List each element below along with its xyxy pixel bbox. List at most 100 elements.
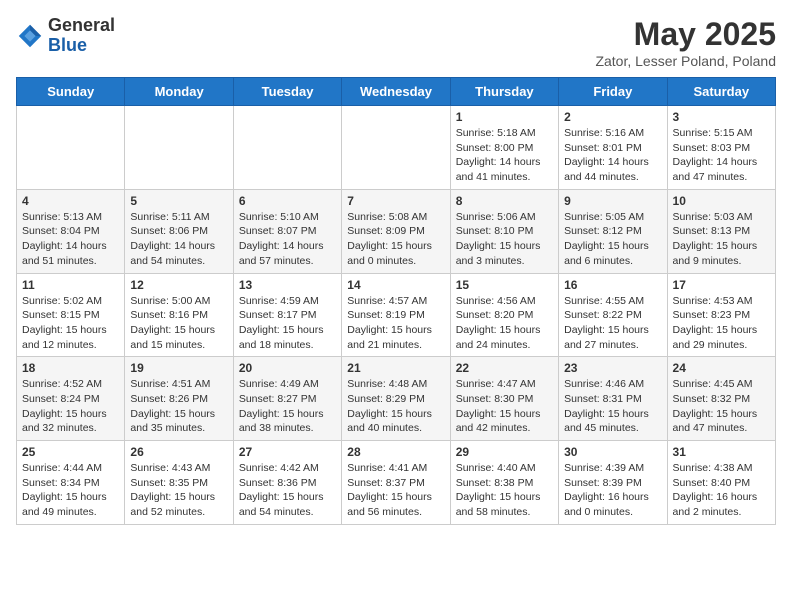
- cell-content: Sunrise: 4:52 AM Sunset: 8:24 PM Dayligh…: [22, 377, 119, 436]
- calendar-cell: 30Sunrise: 4:39 AM Sunset: 8:39 PM Dayli…: [559, 441, 667, 525]
- calendar-cell: 17 Sunrise: 4:53 AM Sunset: 8:23 PM Dayli…: [667, 273, 775, 357]
- logo-text: General Blue: [48, 16, 115, 56]
- cell-content: Sunrise: 5:02 AM Sunset: 8:15 PM Dayligh…: [22, 294, 119, 353]
- cell-content: Sunrise: 5:06 AM Sunset: 8:10 PM Dayligh…: [456, 210, 553, 269]
- cell-content: Sunrise: 5:15 AM Sunset: 8:03 PM Dayligh…: [673, 126, 770, 185]
- cell-content: Sunrise: 4:38 AM Sunset: 8:40 PM Dayligh…: [673, 461, 770, 520]
- calendar-cell: 8 Sunrise: 5:06 AM Sunset: 8:10 PM Daylig…: [450, 189, 558, 273]
- weekday-header-thursday: Thursday: [450, 78, 558, 106]
- day-number: 4: [22, 194, 119, 208]
- weekday-header-sunday: Sunday: [17, 78, 125, 106]
- cell-content: Sunrise: 4:49 AM Sunset: 8:27 PM Dayligh…: [239, 377, 336, 436]
- cell-content: Sunrise: 5:08 AM Sunset: 8:09 PM Dayligh…: [347, 210, 444, 269]
- cell-content: Sunrise: 4:45 AM Sunset: 8:32 PM Dayligh…: [673, 377, 770, 436]
- day-number: 31: [673, 445, 770, 459]
- day-number: 26: [130, 445, 227, 459]
- day-number: 28: [347, 445, 444, 459]
- calendar-cell: 2Sunrise: 5:16 AM Sunset: 8:01 PM Daylig…: [559, 106, 667, 190]
- day-number: 12: [130, 278, 227, 292]
- calendar-table: SundayMondayTuesdayWednesdayThursdayFrid…: [16, 77, 776, 525]
- day-number: 14: [347, 278, 444, 292]
- calendar-cell: 5 Sunrise: 5:11 AM Sunset: 8:06 PM Daylig…: [125, 189, 233, 273]
- calendar-cell: 15 Sunrise: 4:56 AM Sunset: 8:20 PM Dayli…: [450, 273, 558, 357]
- calendar-cell: 29 Sunrise: 4:40 AM Sunset: 8:38 PM Dayli…: [450, 441, 558, 525]
- calendar-cell: 11Sunrise: 5:02 AM Sunset: 8:15 PM Dayli…: [17, 273, 125, 357]
- calendar-cell: 19Sunrise: 4:51 AM Sunset: 8:26 PM Dayli…: [125, 357, 233, 441]
- calendar-week-row: 18 Sunrise: 4:52 AM Sunset: 8:24 PM Dayli…: [17, 357, 776, 441]
- cell-content: Sunrise: 4:47 AM Sunset: 8:30 PM Dayligh…: [456, 377, 553, 436]
- calendar-cell: 27Sunrise: 4:42 AM Sunset: 8:36 PM Dayli…: [233, 441, 341, 525]
- calendar-week-row: 4 Sunrise: 5:13 AM Sunset: 8:04 PM Daylig…: [17, 189, 776, 273]
- cell-content: Sunrise: 4:43 AM Sunset: 8:35 PM Dayligh…: [130, 461, 227, 520]
- generalblue-logo-icon: [16, 22, 44, 50]
- logo-blue: Blue: [48, 36, 115, 56]
- day-number: 13: [239, 278, 336, 292]
- cell-content: Sunrise: 4:56 AM Sunset: 8:20 PM Dayligh…: [456, 294, 553, 353]
- calendar-cell: 28 Sunrise: 4:41 AM Sunset: 8:37 PM Dayli…: [342, 441, 450, 525]
- calendar-cell: 12 Sunrise: 5:00 AM Sunset: 8:16 PM Dayli…: [125, 273, 233, 357]
- day-number: 21: [347, 361, 444, 375]
- cell-content: Sunrise: 5:03 AM Sunset: 8:13 PM Dayligh…: [673, 210, 770, 269]
- day-number: 7: [347, 194, 444, 208]
- cell-content: Sunrise: 4:46 AM Sunset: 8:31 PM Dayligh…: [564, 377, 661, 436]
- day-number: 3: [673, 110, 770, 124]
- calendar-cell: [342, 106, 450, 190]
- calendar-cell: 6 Sunrise: 5:10 AM Sunset: 8:07 PM Daylig…: [233, 189, 341, 273]
- weekday-header-saturday: Saturday: [667, 78, 775, 106]
- day-number: 24: [673, 361, 770, 375]
- day-number: 20: [239, 361, 336, 375]
- day-number: 23: [564, 361, 661, 375]
- calendar-cell: 26 Sunrise: 4:43 AM Sunset: 8:35 PM Dayli…: [125, 441, 233, 525]
- day-number: 8: [456, 194, 553, 208]
- day-number: 5: [130, 194, 227, 208]
- day-number: 17: [673, 278, 770, 292]
- calendar-cell: 31 Sunrise: 4:38 AM Sunset: 8:40 PM Dayli…: [667, 441, 775, 525]
- calendar-cell: 16 Sunrise: 4:55 AM Sunset: 8:22 PM Dayli…: [559, 273, 667, 357]
- day-number: 30: [564, 445, 661, 459]
- calendar-cell: [17, 106, 125, 190]
- cell-content: Sunrise: 5:11 AM Sunset: 8:06 PM Dayligh…: [130, 210, 227, 269]
- calendar-cell: 18 Sunrise: 4:52 AM Sunset: 8:24 PM Dayli…: [17, 357, 125, 441]
- day-number: 18: [22, 361, 119, 375]
- calendar-week-row: 1Sunrise: 5:18 AM Sunset: 8:00 PM Daylig…: [17, 106, 776, 190]
- calendar-cell: 23 Sunrise: 4:46 AM Sunset: 8:31 PM Dayli…: [559, 357, 667, 441]
- cell-content: Sunrise: 4:51 AM Sunset: 8:26 PM Dayligh…: [130, 377, 227, 436]
- cell-content: Sunrise: 4:40 AM Sunset: 8:38 PM Dayligh…: [456, 461, 553, 520]
- day-number: 1: [456, 110, 553, 124]
- calendar-cell: [233, 106, 341, 190]
- day-number: 16: [564, 278, 661, 292]
- cell-content: Sunrise: 4:48 AM Sunset: 8:29 PM Dayligh…: [347, 377, 444, 436]
- logo-general: General: [48, 16, 115, 36]
- day-number: 15: [456, 278, 553, 292]
- calendar-cell: 21 Sunrise: 4:48 AM Sunset: 8:29 PM Dayli…: [342, 357, 450, 441]
- weekday-header-wednesday: Wednesday: [342, 78, 450, 106]
- cell-content: Sunrise: 4:44 AM Sunset: 8:34 PM Dayligh…: [22, 461, 119, 520]
- cell-content: Sunrise: 4:53 AM Sunset: 8:23 PM Dayligh…: [673, 294, 770, 353]
- calendar-cell: 20 Sunrise: 4:49 AM Sunset: 8:27 PM Dayli…: [233, 357, 341, 441]
- cell-content: Sunrise: 4:59 AM Sunset: 8:17 PM Dayligh…: [239, 294, 336, 353]
- weekday-header-tuesday: Tuesday: [233, 78, 341, 106]
- cell-content: Sunrise: 5:00 AM Sunset: 8:16 PM Dayligh…: [130, 294, 227, 353]
- calendar-week-row: 11Sunrise: 5:02 AM Sunset: 8:15 PM Dayli…: [17, 273, 776, 357]
- cell-content: Sunrise: 5:13 AM Sunset: 8:04 PM Dayligh…: [22, 210, 119, 269]
- title-block: May 2025 Zator, Lesser Poland, Poland: [595, 16, 776, 69]
- calendar-cell: 13 Sunrise: 4:59 AM Sunset: 8:17 PM Dayli…: [233, 273, 341, 357]
- calendar-cell: 3 Sunrise: 5:15 AM Sunset: 8:03 PM Daylig…: [667, 106, 775, 190]
- day-number: 29: [456, 445, 553, 459]
- weekday-header-friday: Friday: [559, 78, 667, 106]
- calendar-week-row: 25 Sunrise: 4:44 AM Sunset: 8:34 PM Dayli…: [17, 441, 776, 525]
- day-number: 25: [22, 445, 119, 459]
- calendar-cell: 1Sunrise: 5:18 AM Sunset: 8:00 PM Daylig…: [450, 106, 558, 190]
- day-number: 10: [673, 194, 770, 208]
- day-number: 6: [239, 194, 336, 208]
- cell-content: Sunrise: 5:05 AM Sunset: 8:12 PM Dayligh…: [564, 210, 661, 269]
- weekday-header-row: SundayMondayTuesdayWednesdayThursdayFrid…: [17, 78, 776, 106]
- cell-content: Sunrise: 4:55 AM Sunset: 8:22 PM Dayligh…: [564, 294, 661, 353]
- day-number: 22: [456, 361, 553, 375]
- page-header: General Blue May 2025 Zator, Lesser Pola…: [16, 16, 776, 69]
- cell-content: Sunrise: 4:41 AM Sunset: 8:37 PM Dayligh…: [347, 461, 444, 520]
- calendar-cell: 7 Sunrise: 5:08 AM Sunset: 8:09 PM Daylig…: [342, 189, 450, 273]
- cell-content: Sunrise: 5:10 AM Sunset: 8:07 PM Dayligh…: [239, 210, 336, 269]
- day-number: 9: [564, 194, 661, 208]
- calendar-cell: 25 Sunrise: 4:44 AM Sunset: 8:34 PM Dayli…: [17, 441, 125, 525]
